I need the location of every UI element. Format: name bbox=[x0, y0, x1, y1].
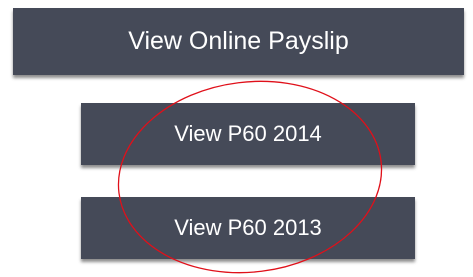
view-online-payslip-button[interactable]: View Online Payslip bbox=[13, 8, 464, 75]
view-p60-2014-button[interactable]: View P60 2014 bbox=[81, 103, 415, 165]
view-p60-2013-button[interactable]: View P60 2013 bbox=[81, 197, 415, 259]
